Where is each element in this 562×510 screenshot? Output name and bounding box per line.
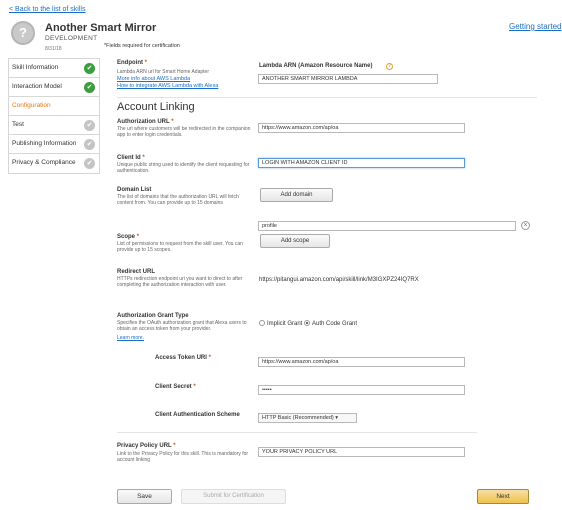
client-auth-scheme-label: Client Authentication Scheme <box>155 412 240 418</box>
client-id-label: Client Id * <box>117 155 145 161</box>
grant-type-options: Implicit Grant Auth Code Grant <box>259 320 357 327</box>
authorization-url-label: Authorization URL * <box>117 119 174 125</box>
radio-icon <box>259 320 265 326</box>
sidebar-item-label: Privacy & Compliance <box>12 159 76 166</box>
divider <box>117 432 477 433</box>
authorization-url-desc: The url where customers will be redirect… <box>117 126 251 138</box>
learn-more-link[interactable]: Learn more. <box>117 335 144 341</box>
client-secret-label: Client Secret * <box>155 384 196 390</box>
privacy-url-input[interactable]: YOUR PRIVACY POLICY URL <box>258 447 465 457</box>
client-id-input[interactable]: LOGIN WITH AMAZON CLIENT ID <box>258 158 465 168</box>
scope-desc: List of permissions to request from the … <box>117 241 243 253</box>
privacy-url-label: Privacy Policy URL * <box>117 443 176 449</box>
redirect-url-desc: HTTPs redirection endpoint uri you want … <box>117 276 243 288</box>
getting-started-link[interactable]: Getting started <box>509 22 561 31</box>
check-incomplete-icon: ✔ <box>84 158 95 169</box>
sidebar-item-configuration[interactable]: Configuration <box>9 97 99 116</box>
radio-selected-icon <box>304 320 311 326</box>
scope-label: Scope * <box>117 234 140 240</box>
sidebar-item-test[interactable]: Test ✔ <box>9 116 99 135</box>
grant-type-label: Authorization Grant Type <box>117 313 189 319</box>
sidebar-nav: Skill Information ✔ Interaction Model ✔ … <box>8 58 100 174</box>
required-fields-note: *Fields required for certification <box>104 43 180 49</box>
scope-input[interactable]: profile <box>258 221 516 231</box>
redirect-url-label: Redirect URL <box>117 269 156 275</box>
privacy-url-desc: Link to the Privacy Policy for this skil… <box>117 451 249 463</box>
lambda-arn-input[interactable]: ANOTHER SMART MIRROR LAMBDA <box>258 74 438 84</box>
check-complete-icon: ✔ <box>84 63 95 74</box>
integrate-lambda-link[interactable]: How to integrate AWS Lambda with Alexa <box>117 83 218 89</box>
client-auth-scheme-select[interactable]: HTTP Basic (Recommended) ▾ <box>258 413 357 423</box>
account-linking-title: Account Linking <box>117 101 195 113</box>
skill-date: 8/31/18 <box>45 46 62 52</box>
endpoint-desc: Lambda ARN url for Smart Home Adapter <box>117 69 209 75</box>
sidebar-item-label: Test <box>12 121 24 128</box>
check-incomplete-icon: ✔ <box>84 139 95 150</box>
skill-avatar-icon: ? <box>11 21 35 45</box>
add-domain-button[interactable]: Add domain <box>260 188 333 202</box>
grant-type-desc: Specifies the OAuth authorization grant … <box>117 320 247 332</box>
submit-certification-button[interactable]: Submit for Certification <box>181 489 286 504</box>
back-to-skills-link[interactable]: < Back to the list of skills <box>9 6 85 13</box>
domain-list-desc: The list of domains that the authorizati… <box>117 194 239 206</box>
auth-code-grant-radio[interactable]: Auth Code Grant <box>304 320 357 327</box>
endpoint-label: Endpoint * <box>117 60 148 66</box>
chevron-down-icon: ▾ <box>335 415 339 421</box>
skill-name: Another Smart Mirror <box>45 22 157 34</box>
sidebar-item-label: Skill Information <box>12 64 59 71</box>
access-token-uri-input[interactable]: https://www.amazon.com/ap/oa <box>258 357 465 367</box>
sidebar-item-label: Interaction Model <box>12 83 62 90</box>
sidebar-item-label: Publishing Information <box>12 140 77 147</box>
client-secret-input[interactable]: ••••• <box>258 385 465 395</box>
check-complete-icon: ✔ <box>84 82 95 93</box>
sidebar-item-publishing-information[interactable]: Publishing Information ✔ <box>9 135 99 154</box>
divider <box>117 97 537 98</box>
client-id-desc: Unique public string used to identify th… <box>117 162 250 174</box>
sidebar-item-interaction-model[interactable]: Interaction Model ✔ <box>9 78 99 97</box>
save-button[interactable]: Save <box>117 489 172 504</box>
check-incomplete-icon: ✔ <box>84 120 95 131</box>
info-icon[interactable]: ? <box>386 63 393 70</box>
redirect-url-value: https://pitangui.amazon.com/api/skill/li… <box>259 277 419 283</box>
lambda-arn-label: Lambda ARN (Amazon Resource Name) ? <box>259 63 393 70</box>
sidebar-item-privacy-compliance[interactable]: Privacy & Compliance ✔ <box>9 154 99 173</box>
skill-stage: DEVELOPMENT <box>45 35 98 42</box>
next-button[interactable]: Next <box>477 489 529 504</box>
authorization-url-input[interactable]: https://www.amazon.com/ap/oa <box>258 123 465 133</box>
implicit-grant-radio[interactable]: Implicit Grant <box>259 320 302 327</box>
domain-list-label: Domain List <box>117 187 152 193</box>
add-scope-button[interactable]: Add scope <box>260 234 330 248</box>
sidebar-item-skill-information[interactable]: Skill Information ✔ <box>9 59 99 78</box>
access-token-uri-label: Access Token URI * <box>155 355 211 361</box>
aws-lambda-info-link[interactable]: More info about AWS Lambda <box>117 76 190 82</box>
sidebar-item-label: Configuration <box>12 102 51 109</box>
remove-scope-icon[interactable]: × <box>521 221 530 230</box>
